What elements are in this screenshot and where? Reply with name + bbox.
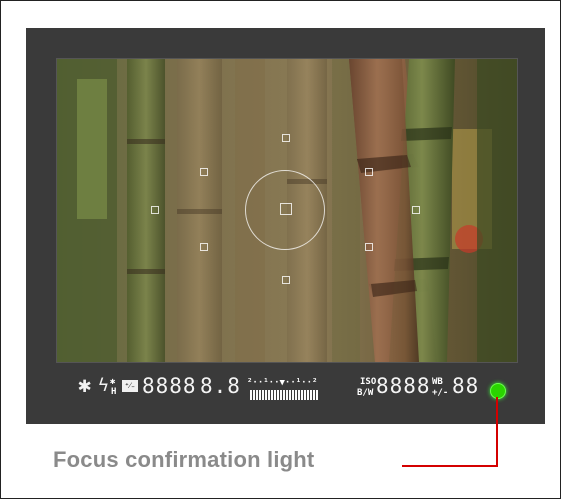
- af-point-lower-left: [200, 243, 208, 251]
- shots-remaining-display: 88: [452, 374, 480, 398]
- fe-lock-icon: ✱: [110, 377, 116, 387]
- focus-confirmation-led-icon: [490, 383, 506, 399]
- af-point-top: [282, 134, 290, 142]
- af-point-upper-left: [200, 168, 208, 176]
- flash-comp-icon: ⁺⁄₋: [122, 380, 138, 392]
- focus-confirmation-caption: Focus confirmation light: [53, 447, 315, 472]
- exposure-scale-ticks: [250, 390, 318, 400]
- spot-metering-circle: [245, 170, 325, 250]
- flash-icon: ϟ: [98, 375, 110, 396]
- aperture-display: 8.8: [200, 374, 241, 398]
- bw-label: B/W: [357, 388, 374, 398]
- ae-lock-icon: ✱: [78, 373, 93, 398]
- wb-plus-minus-label: +/-: [432, 388, 449, 398]
- high-speed-sync-icon: H: [111, 387, 117, 397]
- leader-line-vertical: [496, 397, 498, 467]
- exposure-scale-labels: ²··¹··▼··¹··²: [247, 378, 318, 388]
- af-point-right: [412, 206, 420, 214]
- af-point-bottom: [282, 276, 290, 284]
- wb-label: WB: [432, 377, 443, 387]
- af-point-left: [151, 206, 159, 214]
- viewfinder-info-bar: ✱ ϟ ✱ H ⁺⁄₋ 8888 8.8 ²··¹··▼··¹··² ISO B…: [70, 372, 530, 408]
- shutter-speed-display: 8888: [142, 374, 197, 398]
- af-point-lower-right: [365, 243, 373, 251]
- iso-display: 8888: [376, 374, 431, 398]
- af-point-upper-right: [365, 168, 373, 176]
- leader-line-horizontal: [402, 465, 498, 467]
- iso-label: ISO: [360, 377, 377, 387]
